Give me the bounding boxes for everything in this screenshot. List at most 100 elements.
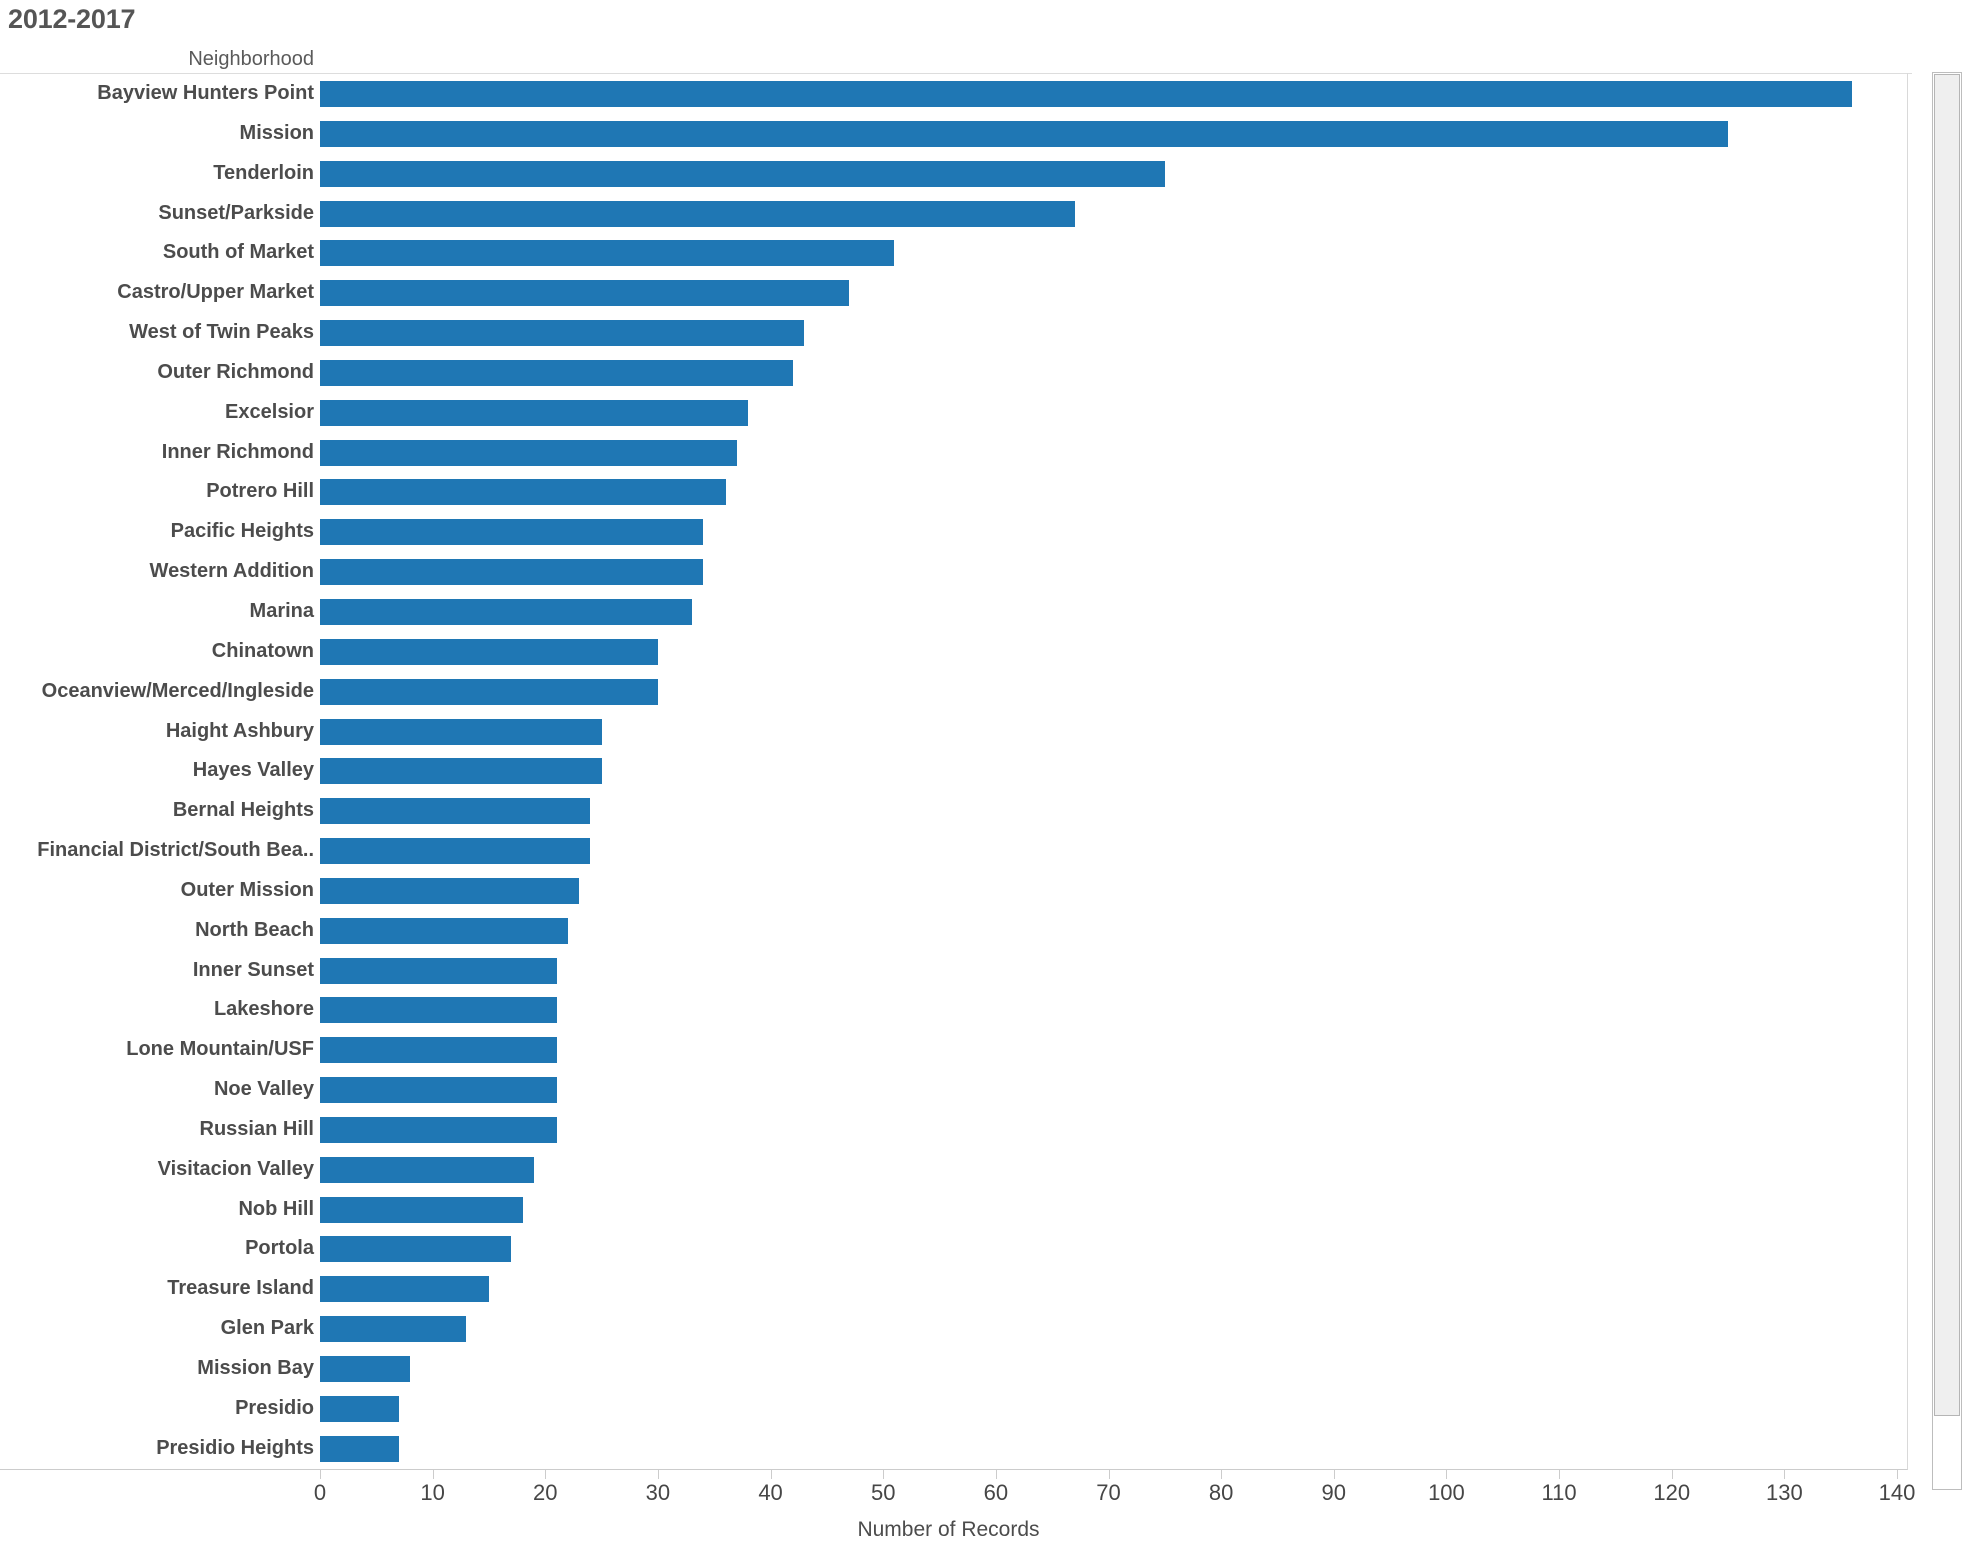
bar-row[interactable]: North Beach bbox=[0, 911, 1908, 951]
bar[interactable] bbox=[320, 320, 805, 347]
bar-row[interactable]: Presidio Heights bbox=[0, 1429, 1908, 1469]
x-axis-tick bbox=[320, 1470, 321, 1479]
bar[interactable] bbox=[320, 838, 591, 865]
x-axis-tick-label: 40 bbox=[758, 1480, 783, 1505]
bar-row[interactable]: Lone Mountain/USF bbox=[0, 1030, 1908, 1070]
bar-row[interactable]: Visitacion Valley bbox=[0, 1150, 1908, 1190]
bar-row[interactable]: Bernal Heights bbox=[0, 791, 1908, 831]
bar[interactable] bbox=[320, 240, 895, 267]
x-axis-tick bbox=[883, 1470, 885, 1479]
bar-row[interactable]: Outer Richmond bbox=[0, 353, 1908, 393]
x-axis-tick-label: 70 bbox=[1096, 1480, 1121, 1505]
bar-row[interactable]: Financial District/South Bea.. bbox=[0, 831, 1908, 871]
bar[interactable] bbox=[320, 1316, 467, 1343]
bar[interactable] bbox=[320, 1435, 399, 1462]
bar-row[interactable]: Mission bbox=[0, 114, 1908, 154]
bar-track bbox=[320, 632, 1908, 672]
bar[interactable] bbox=[320, 120, 1729, 147]
bar-row[interactable]: Glen Park bbox=[0, 1309, 1908, 1349]
bar-row[interactable]: Marina bbox=[0, 592, 1908, 632]
bar-track bbox=[320, 592, 1908, 632]
bar[interactable] bbox=[320, 877, 580, 904]
bar-row[interactable]: West of Twin Peaks bbox=[0, 313, 1908, 353]
x-axis-tick-label: 50 bbox=[870, 1480, 896, 1505]
bar-row[interactable]: Treasure Island bbox=[0, 1269, 1908, 1309]
bar-row[interactable]: Bayview Hunters Point bbox=[0, 74, 1908, 114]
bar-row-label: Financial District/South Bea.. bbox=[37, 839, 314, 862]
bar-row[interactable]: Tenderloin bbox=[0, 154, 1908, 194]
bar[interactable] bbox=[320, 678, 658, 705]
bar-row[interactable]: Nob Hill bbox=[0, 1190, 1908, 1230]
bar[interactable] bbox=[320, 200, 1075, 227]
bar[interactable] bbox=[320, 399, 749, 426]
bar-rows: Bayview Hunters Point Mission Tenderloin Su… bbox=[0, 74, 1908, 1469]
bar[interactable] bbox=[320, 598, 692, 625]
bar-row-label: Presidio Heights bbox=[156, 1436, 314, 1459]
bar[interactable] bbox=[320, 519, 703, 546]
bar[interactable] bbox=[320, 439, 737, 466]
bar[interactable] bbox=[320, 479, 726, 506]
bar-row-label: West of Twin Peaks bbox=[129, 321, 314, 344]
bar[interactable] bbox=[320, 638, 658, 665]
bar[interactable] bbox=[320, 1236, 512, 1263]
bar-row[interactable]: Presidio bbox=[0, 1389, 1908, 1429]
bar[interactable] bbox=[320, 997, 557, 1024]
bar-row[interactable]: Mission Bay bbox=[0, 1349, 1908, 1389]
bar-row[interactable]: Excelsior bbox=[0, 393, 1908, 433]
bar-row-label: South of Market bbox=[162, 241, 314, 264]
bar-row[interactable]: Pacific Heights bbox=[0, 512, 1908, 552]
x-axis: 0 10 20 30 40 50 60 70 80 90 100 110 120 130 140 bbox=[0, 1470, 1915, 1505]
bar-row[interactable]: Sunset/Parkside bbox=[0, 194, 1908, 234]
bar-row[interactable]: Haight Ashbury bbox=[0, 712, 1908, 752]
bar[interactable] bbox=[320, 359, 794, 386]
bar-row-label: Glen Park bbox=[220, 1317, 314, 1340]
bar[interactable] bbox=[320, 1116, 557, 1143]
bar[interactable] bbox=[320, 758, 602, 785]
bar-row[interactable]: Portola bbox=[0, 1229, 1908, 1269]
bar-row[interactable]: Oceanview/Merced/Ingleside bbox=[0, 672, 1908, 712]
bar-track bbox=[320, 672, 1908, 712]
bar[interactable] bbox=[320, 1077, 557, 1104]
bar[interactable] bbox=[320, 1156, 535, 1183]
bar[interactable] bbox=[320, 160, 1165, 187]
bar-track bbox=[320, 233, 1908, 273]
bar[interactable] bbox=[320, 957, 557, 984]
bar[interactable] bbox=[320, 798, 591, 825]
bar-row[interactable]: Potrero Hill bbox=[0, 472, 1908, 512]
bar-row[interactable]: Inner Richmond bbox=[0, 433, 1908, 473]
x-axis-tick-label: 100 bbox=[1428, 1480, 1465, 1505]
bar-track bbox=[320, 831, 1908, 871]
bar-row-label: North Beach bbox=[195, 918, 314, 941]
bar-track bbox=[320, 951, 1908, 991]
bar-row[interactable]: Hayes Valley bbox=[0, 751, 1908, 791]
bar-row[interactable]: Castro/Upper Market bbox=[0, 273, 1908, 313]
bar-track bbox=[320, 871, 1908, 911]
x-axis-tick bbox=[1559, 1470, 1561, 1479]
bar-row[interactable]: Western Addition bbox=[0, 552, 1908, 592]
bar[interactable] bbox=[320, 1395, 399, 1422]
bar[interactable] bbox=[320, 1276, 489, 1303]
bar[interactable] bbox=[320, 917, 568, 944]
bar[interactable] bbox=[320, 559, 703, 586]
bar[interactable] bbox=[320, 718, 602, 745]
bar[interactable] bbox=[320, 81, 1852, 107]
bar-track bbox=[320, 313, 1908, 353]
bar-row[interactable]: Inner Sunset bbox=[0, 951, 1908, 991]
bar-row[interactable]: Lakeshore bbox=[0, 990, 1908, 1030]
vertical-scrollbar[interactable] bbox=[1932, 72, 1962, 1490]
bar[interactable] bbox=[320, 1037, 557, 1064]
bar-row-label: Visitacion Valley bbox=[157, 1157, 314, 1180]
bar-row[interactable]: South of Market bbox=[0, 233, 1908, 273]
column-header-neighborhood: Neighborhood bbox=[188, 48, 314, 70]
bar-track bbox=[320, 1389, 1908, 1429]
bar[interactable] bbox=[320, 1356, 411, 1382]
bar-row[interactable]: Chinatown bbox=[0, 632, 1908, 672]
bar-row[interactable]: Noe Valley bbox=[0, 1070, 1908, 1110]
bar-row[interactable]: Outer Mission bbox=[0, 871, 1908, 911]
bar-track bbox=[320, 433, 1908, 473]
bar[interactable] bbox=[320, 1196, 523, 1223]
bar[interactable] bbox=[320, 280, 850, 307]
bar-track bbox=[320, 1030, 1908, 1070]
bar-row[interactable]: Russian Hill bbox=[0, 1110, 1908, 1150]
scrollbar-thumb[interactable] bbox=[1934, 74, 1960, 1416]
